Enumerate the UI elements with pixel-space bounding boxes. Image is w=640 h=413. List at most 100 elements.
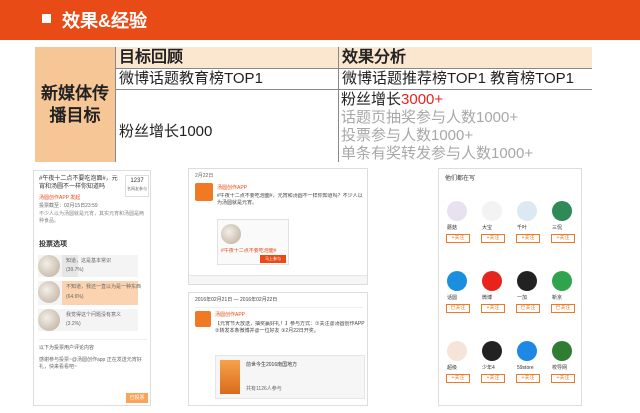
- user-name: 超级: [447, 365, 458, 371]
- post-text: 【元宵节大放送，抽奖赢好礼！】参与方式：①关注@汤圆创作APP ②转发本条微博并…: [215, 321, 365, 334]
- poll-option-name: 我觉得这个问题没有意义: [66, 312, 122, 318]
- user-avatar[interactable]: [482, 201, 502, 221]
- join-button[interactable]: 马上参与: [260, 255, 286, 263]
- user-avatar[interactable]: [517, 271, 537, 291]
- user-avatar[interactable]: [517, 341, 537, 361]
- user-name: 59store: [517, 365, 534, 371]
- bullet-3: 单条有奖转发参与人数1000+: [341, 145, 534, 162]
- divider: [115, 89, 592, 90]
- divider: [115, 47, 116, 162]
- follow-button[interactable]: +关注: [481, 304, 505, 313]
- user-avatar[interactable]: [552, 341, 572, 361]
- poll-meta: 投票截至：02月15日23:59: [39, 203, 98, 209]
- bullet-1: 话题页抽奖参与人数1000+: [341, 109, 519, 126]
- poll-footer-text: 感谢参与投票~@汤圆创作app 正在发送元宵好礼，快来看看吧~: [39, 357, 142, 370]
- bullet-2: 投票参与人数1000+: [341, 127, 474, 144]
- poll-option[interactable]: 我觉得这个问题没有意义 (3.2%): [38, 309, 138, 331]
- follow-button[interactable]: 已关注: [446, 304, 470, 313]
- row-label: 新媒体传播目标: [35, 47, 115, 162]
- goals-table: 新媒体传播目标 目标回顾 效果分析 微博话题教育榜TOP1 微博话题推荐榜TOP…: [35, 47, 592, 162]
- poll-title: #午夜十二点不要吃泡面#，元宵和汤圆不一样你知道吗: [39, 176, 118, 190]
- divider: [195, 307, 363, 308]
- book-meta: 共有1126人参与: [246, 386, 282, 392]
- poll-footer: 以下为投票用户评论内容: [39, 345, 95, 351]
- divider: [115, 68, 592, 69]
- book-cover: [220, 360, 240, 394]
- col1-title: 目标回顾: [116, 47, 338, 68]
- poll-option-pct: (3.2%): [66, 321, 81, 327]
- fans-value: 3000+: [401, 91, 444, 108]
- post-account: 汤圆创作APP: [217, 185, 248, 191]
- slide-title: 效果&经验: [62, 11, 147, 31]
- follow-button[interactable]: +关注: [446, 374, 470, 383]
- divider: [39, 339, 147, 340]
- poll-option-pct: (64.6%): [66, 294, 84, 300]
- poll-option-name: 不知道，我还一直以为是一种东西: [66, 284, 142, 290]
- col1-row2: 粉丝增长1000: [119, 123, 213, 140]
- poll-count-box: 1237 名网友参与: [125, 175, 149, 197]
- users-title: 他们都在写: [445, 176, 476, 182]
- voted-button[interactable]: 已投票: [126, 393, 148, 403]
- user-avatar[interactable]: [552, 271, 572, 291]
- user-name: 微博: [482, 295, 493, 301]
- follow-button[interactable]: +关注: [516, 374, 540, 383]
- lottery-post-screenshot: 2016年02月21日 — 2016年02月22日 汤圆创作APP 【元宵节大放…: [188, 292, 368, 406]
- poll-option-pct: (39.7%): [66, 267, 84, 273]
- account-avatar: [195, 311, 211, 327]
- follow-button[interactable]: +关注: [516, 234, 540, 243]
- user-name: 一加: [517, 295, 528, 301]
- user-name: 大宝: [482, 225, 493, 231]
- post-card[interactable]: #午夜十二点不要吃泡面# 马上参与: [217, 219, 289, 265]
- poll-option-name: 知道，这是基本常识: [66, 258, 112, 264]
- user-name: 蘑菇: [447, 225, 458, 231]
- user-name: 话圆: [447, 295, 458, 301]
- follow-button[interactable]: +关注: [481, 374, 505, 383]
- follow-button[interactable]: 已关注: [551, 304, 575, 313]
- col2-title: 效果分析: [339, 47, 592, 68]
- poll-options-label: 投票选项: [39, 241, 67, 248]
- slide-header: 效果&经验: [0, 0, 640, 40]
- divider: [338, 47, 339, 162]
- bullet-square: [42, 14, 51, 23]
- poll-account: 汤圆创作APP 发起: [39, 195, 81, 201]
- user-name: 三侃: [552, 225, 563, 231]
- follow-button[interactable]: +关注: [481, 234, 505, 243]
- user-avatar[interactable]: [447, 341, 467, 361]
- user-name: 千叶: [517, 225, 528, 231]
- follow-button[interactable]: +关注: [551, 374, 575, 383]
- users-screenshot: 他们都在写 蘑菇 +关注 大宝 +关注 千叶 +关注 三侃 +关注 话圆 已关注 微博 +关注 一加 已关…: [438, 168, 582, 406]
- user-avatar[interactable]: [482, 271, 502, 291]
- col2-row2-cell: 粉丝增长3000+ 话题页抽奖参与人数1000+ 投票参与人数1000+ 单条有…: [339, 90, 592, 162]
- poll-option-image: [38, 281, 60, 303]
- user-avatar[interactable]: [482, 341, 502, 361]
- col1-row2-cell: 粉丝增长1000: [116, 90, 338, 162]
- post-action-bar: [189, 275, 367, 284]
- user-avatar[interactable]: [447, 271, 467, 291]
- user-avatar[interactable]: [447, 201, 467, 221]
- user-avatar[interactable]: [517, 201, 537, 221]
- poll-option-image: [38, 255, 60, 277]
- book-title: 前世今生2016南国地方: [246, 362, 298, 368]
- poll-option-image: [38, 309, 60, 331]
- poll-screenshot: #午夜十二点不要吃泡面#，元宵和汤圆不一样你知道吗 1237 名网友参与 汤圆创…: [33, 170, 151, 406]
- user-avatar[interactable]: [552, 201, 572, 221]
- date-range: 2016年02月21日 — 2016年02月22日: [195, 297, 278, 303]
- follow-button[interactable]: 已关注: [516, 304, 540, 313]
- user-name: 校导网: [552, 365, 568, 371]
- card-title: #午夜十二点不要吃泡面#: [221, 248, 277, 254]
- follow-button[interactable]: +关注: [446, 234, 470, 243]
- weibo-post-screenshot: 2月22日 汤圆创作APP #午夜十二点不要吃泡面#，元宵和汤圆不一样你知道吗？…: [188, 168, 368, 285]
- fans-line: 粉丝增长3000+: [341, 91, 443, 109]
- book-card[interactable]: 前世今生2016南国地方 共有1126人参与: [215, 355, 365, 399]
- post-text: #午夜十二点不要吃泡面#，元宵和汤圆不一样你知道吗？不少人以为汤圆就是元宵。: [217, 193, 363, 206]
- account-avatar: [195, 183, 213, 201]
- fans-label: 粉丝增长: [341, 91, 402, 108]
- poll-option[interactable]: 知道，这是基本常识 (39.7%): [38, 255, 138, 277]
- poll-count: 1237: [130, 178, 144, 184]
- col2-row1: 微博话题推荐榜TOP1 教育榜TOP1: [339, 69, 592, 89]
- follow-button[interactable]: +关注: [551, 234, 575, 243]
- poll-option[interactable]: 不知道，我还一直以为是一种东西 (64.6%): [38, 281, 142, 305]
- user-name: 新京: [552, 295, 563, 301]
- poll-count-label: 名网友参与: [127, 186, 147, 191]
- card-image: [221, 224, 241, 244]
